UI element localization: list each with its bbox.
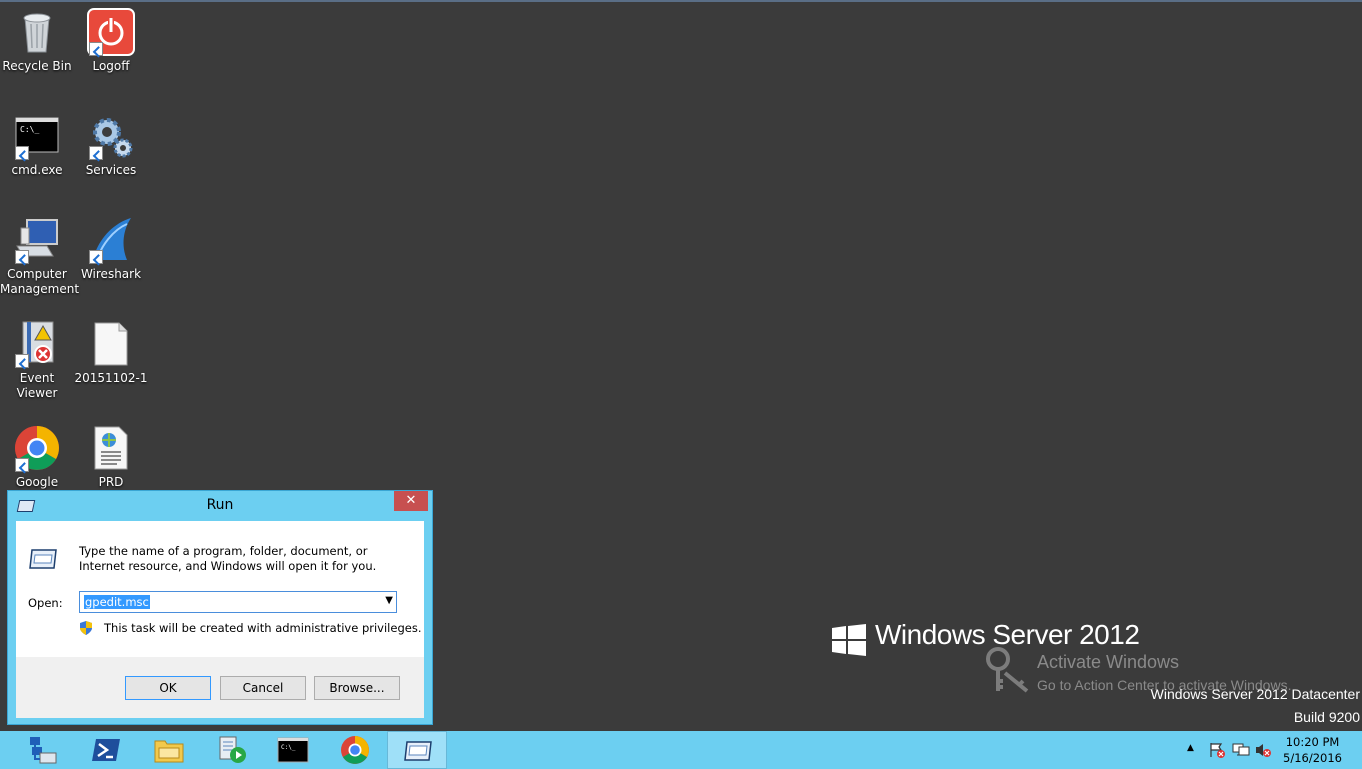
- desktop-icon-label: Services: [85, 163, 137, 177]
- chrome-icon: [13, 424, 61, 472]
- shortcut-arrow-icon: [15, 146, 29, 160]
- browse-button[interactable]: Browse...: [314, 676, 400, 700]
- svg-text:C:\_: C:\_: [281, 744, 296, 751]
- desktop-icon-label: 20151102-1: [74, 371, 148, 385]
- activation-keys-icon: [986, 647, 1029, 693]
- action-center-flag-icon[interactable]: [1208, 741, 1226, 759]
- desktop-icon-event-viewer[interactable]: Event Viewer: [0, 320, 74, 401]
- taskbar-media-player[interactable]: [202, 731, 262, 769]
- desktop-icon-label: Computer Management: [0, 267, 80, 296]
- shortcut-arrow-icon: [15, 354, 29, 368]
- open-combobox[interactable]: gpedit.msc ▼: [79, 591, 397, 613]
- taskbar-chrome[interactable]: [325, 731, 385, 769]
- system-tray: ▲: [1182, 731, 1272, 769]
- run-icon: [404, 741, 432, 761]
- desktop-icon-label: Event Viewer: [16, 371, 58, 400]
- activate-windows-title: Activate Windows: [1037, 652, 1180, 672]
- event-viewer-icon: [13, 320, 61, 368]
- text-file-icon: [87, 320, 135, 368]
- desktop-icon-cmd[interactable]: C:\_ cmd.exe: [0, 112, 74, 178]
- desktop-icon-text-file[interactable]: 20151102-1: [74, 320, 148, 386]
- desktop-icon-label: Wireshark: [80, 267, 142, 281]
- clock-time: 10:20 PM: [1285, 735, 1340, 749]
- taskbar-powershell[interactable]: [76, 731, 136, 769]
- desktop-icon-prd[interactable]: PRD: [74, 424, 148, 490]
- computer-management-icon: [13, 216, 61, 264]
- chrome-icon: [341, 736, 369, 764]
- chevron-down-icon[interactable]: ▼: [385, 595, 393, 606]
- edition-text: Windows Server 2012 Datacenter: [1150, 686, 1360, 702]
- network-icon[interactable]: [1232, 741, 1250, 759]
- desktop-icon-label: PRD: [98, 475, 124, 489]
- run-title: Run: [206, 497, 234, 513]
- cmd-icon: C:\_: [277, 737, 309, 763]
- file-explorer-icon: [154, 740, 184, 763]
- shortcut-arrow-icon: [89, 250, 103, 264]
- run-body: Type the name of a program, folder, docu…: [16, 521, 424, 718]
- top-border: [0, 0, 1362, 2]
- open-input-value[interactable]: gpedit.msc: [84, 595, 150, 609]
- shortcut-arrow-icon: [89, 146, 103, 160]
- cmd-icon: C:\_: [13, 112, 61, 160]
- windows-logo-icon: [832, 624, 866, 656]
- desktop-icon-google-chrome[interactable]: Google: [0, 424, 74, 490]
- shortcut-arrow-icon: [15, 458, 29, 472]
- gears-icon: [87, 112, 135, 160]
- cancel-button[interactable]: Cancel: [220, 676, 306, 700]
- desktop-icon-label: Recycle Bin: [2, 59, 72, 73]
- close-button[interactable]: ✕: [394, 491, 428, 511]
- desktop-icon-label: cmd.exe: [11, 163, 63, 177]
- desktop-icon-label: Logoff: [92, 59, 130, 73]
- recycle-bin-icon: [13, 8, 61, 56]
- server-manager-icon: [30, 737, 57, 764]
- shortcut-arrow-icon: [89, 42, 103, 56]
- run-description: Type the name of a program, folder, docu…: [79, 544, 377, 573]
- svg-text:C:\_: C:\_: [20, 125, 39, 134]
- run-titlebar[interactable]: Run ✕: [8, 491, 432, 521]
- power-icon: [87, 8, 135, 56]
- desktop-icon-services[interactable]: Services: [74, 112, 148, 178]
- taskbar: C:\_ ▲ 10:20 PM 5/16/2016: [0, 731, 1362, 769]
- desktop-icon-label: Google: [15, 475, 59, 489]
- desktop-icon-recycle-bin[interactable]: Recycle Bin: [0, 8, 74, 74]
- desktop-icon-logoff[interactable]: Logoff: [74, 8, 148, 74]
- powershell-icon: [92, 739, 120, 761]
- clock[interactable]: 10:20 PM 5/16/2016: [1283, 734, 1342, 766]
- taskbar-server-manager[interactable]: [12, 731, 72, 769]
- build-text: Build 9200: [1293, 709, 1360, 725]
- clock-date: 5/16/2016: [1283, 751, 1342, 765]
- admin-privileges-note: This task will be created with administr…: [104, 621, 422, 635]
- taskbar-cmd[interactable]: C:\_: [263, 731, 323, 769]
- taskbar-file-explorer[interactable]: [139, 731, 199, 769]
- run-dialog: Run ✕ Type the name of a program, folder…: [7, 490, 433, 725]
- run-program-icon: [29, 549, 57, 569]
- shortcut-arrow-icon: [15, 250, 29, 264]
- uac-shield-icon: [80, 621, 92, 635]
- open-label: Open:: [28, 596, 63, 610]
- wireshark-fin-icon: [87, 216, 135, 264]
- media-player-icon: [219, 736, 246, 763]
- run-content-area: Type the name of a program, folder, docu…: [16, 521, 424, 657]
- web-document-icon: [87, 424, 135, 472]
- desktop-icon-wireshark[interactable]: Wireshark: [74, 216, 148, 282]
- show-hidden-icons-arrow-icon[interactable]: ▲: [1187, 743, 1194, 753]
- desktop-icon-computer-management[interactable]: Computer Management: [0, 216, 79, 297]
- volume-muted-icon[interactable]: [1254, 741, 1272, 759]
- taskbar-run[interactable]: [387, 731, 447, 769]
- ok-button[interactable]: OK: [125, 676, 211, 700]
